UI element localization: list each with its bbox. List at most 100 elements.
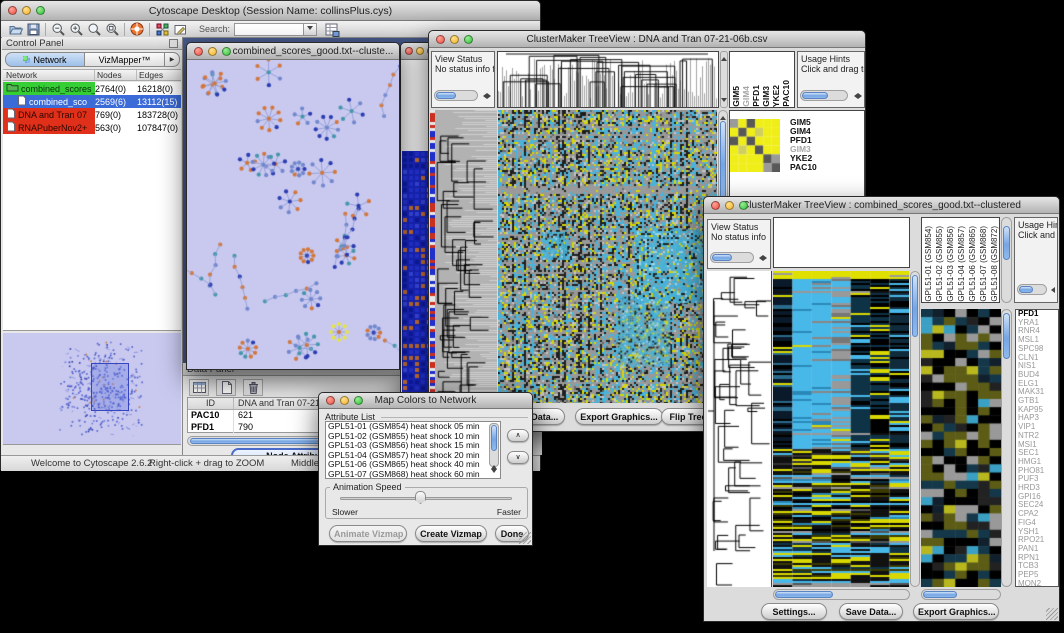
gene-label[interactable]: PEP5 xyxy=(1018,571,1058,580)
scroll-right-icon[interactable] xyxy=(763,255,770,261)
gene-label[interactable]: PFD1 xyxy=(1018,310,1058,319)
main-titlebar[interactable]: Cytoscape Desktop (Session Name: collins… xyxy=(1,1,540,21)
gene-label[interactable]: CLN1 xyxy=(1018,354,1058,363)
gene-label[interactable]: SEC1 xyxy=(1018,449,1058,458)
gene-label[interactable]: PUF3 xyxy=(1018,475,1058,484)
gene-label[interactable]: YSH1 xyxy=(1018,528,1058,537)
toolbar-zoom-selected-icon[interactable] xyxy=(103,21,121,37)
gene-label[interactable]: PAC10 xyxy=(790,163,817,172)
tv2-heatmap-canvas[interactable] xyxy=(773,271,909,587)
move-down-button[interactable]: ∨ xyxy=(507,451,529,464)
zoom-window-button[interactable] xyxy=(464,35,473,44)
minimize-button[interactable] xyxy=(22,6,31,15)
tv2-heatmap-hscrollbar[interactable] xyxy=(773,589,910,600)
array-label[interactable]: GPL51-03 (GSM856) xyxy=(946,226,955,302)
overview-selection-rect[interactable] xyxy=(91,363,129,411)
close-button[interactable] xyxy=(711,201,720,210)
zoom-window-button[interactable] xyxy=(739,201,748,210)
map-dialog-titlebar[interactable]: Map Colors to Network xyxy=(319,393,532,409)
close-button[interactable] xyxy=(326,396,335,405)
gene-label[interactable]: CPA2 xyxy=(1018,510,1058,519)
attribute-list-item[interactable]: GPL51-03 (GSM856) heat shock 15 min xyxy=(326,441,500,451)
array-label[interactable]: GPL51-02 (GSM855) xyxy=(935,226,944,302)
treeview1-titlebar[interactable]: ClusterMaker TreeView : DNA and Tran 07-… xyxy=(429,31,865,48)
array-label[interactable]: YKE2 xyxy=(772,85,781,107)
zoom-window-button[interactable] xyxy=(354,396,363,405)
toolbar-attribute-browser-icon[interactable] xyxy=(323,21,341,37)
close-button[interactable] xyxy=(194,47,203,56)
gene-label[interactable]: NIS1 xyxy=(1018,362,1058,371)
tv1-status-scrollbar[interactable] xyxy=(434,90,478,101)
attribute-list-item[interactable]: GPL51-02 (GSM855) heat shock 10 min xyxy=(326,432,500,442)
tv2-gene-dendrogram[interactable] xyxy=(707,271,772,587)
resize-grip[interactable] xyxy=(519,532,531,544)
scroll-up-icon[interactable] xyxy=(491,462,497,469)
attribute-list-item[interactable]: GPL51-01 (GSM854) heat shock 05 min xyxy=(326,422,500,432)
array-label[interactable]: GIM5 xyxy=(732,86,741,107)
tv2-zoom-vscrollbar[interactable] xyxy=(1001,309,1012,587)
array-label[interactable]: GIM3 xyxy=(762,86,771,107)
minimize-button[interactable] xyxy=(416,47,424,55)
animation-slider-track[interactable] xyxy=(340,497,512,500)
toolbar-annotation-icon[interactable] xyxy=(171,21,189,37)
network-view-titlebar[interactable]: combined_scores_good.txt--cluste... xyxy=(187,43,399,60)
datapanel-new-doc-icon[interactable] xyxy=(216,379,236,396)
tv2-heatmap-vscrollbar[interactable] xyxy=(910,271,920,587)
dialog-button-1[interactable]: Create Vizmap xyxy=(415,525,487,542)
gene-label[interactable]: MSL1 xyxy=(1018,336,1058,345)
tv2-button-0[interactable]: Settings... xyxy=(761,603,827,620)
attribute-list-item[interactable]: GPL51-06 (GSM865) heat shock 40 min xyxy=(326,460,500,470)
attribute-list-item[interactable]: GPL51-04 (GSM857) heat shock 20 min xyxy=(326,451,500,461)
toolbar-help-icon[interactable] xyxy=(128,21,146,37)
gene-label[interactable]: NTR2 xyxy=(1018,432,1058,441)
array-label[interactable]: PAC10 xyxy=(782,80,791,107)
minimize-button[interactable] xyxy=(450,35,459,44)
network-overview-panel[interactable] xyxy=(3,333,181,445)
gene-label[interactable]: GPI16 xyxy=(1018,493,1058,502)
resize-grip[interactable] xyxy=(1046,608,1058,620)
table-row[interactable]: DNA and Tran 07769(0)183728(0) xyxy=(3,108,181,121)
scroll-right-icon[interactable] xyxy=(858,93,865,99)
gene-label[interactable]: ELG1 xyxy=(1018,380,1058,389)
gene-label[interactable]: HMG1 xyxy=(1018,458,1058,467)
tv2-button-1[interactable]: Save Data... xyxy=(839,603,903,620)
toolbar-save-icon[interactable] xyxy=(24,21,42,37)
tab-network[interactable]: Network xyxy=(5,52,85,67)
gene-label[interactable]: MON2 xyxy=(1018,580,1058,587)
scroll-left-icon[interactable] xyxy=(756,255,763,261)
data-col-id[interactable]: ID xyxy=(188,398,234,409)
gene-label[interactable]: RPO21 xyxy=(1018,536,1058,545)
close-button[interactable] xyxy=(8,6,17,15)
search-dropdown-button[interactable] xyxy=(304,23,317,36)
tv1-hints-scrollbar[interactable] xyxy=(800,90,848,101)
toolbar-network-overlay-icon[interactable] xyxy=(153,21,171,37)
tv2-hints-scrollbar[interactable] xyxy=(1017,284,1047,295)
zoom-window-button[interactable] xyxy=(36,6,45,15)
array-label[interactable]: GIM4 xyxy=(742,86,751,107)
tv2-labels-vscrollbar[interactable] xyxy=(1001,217,1012,303)
tv2-status-scrollbar[interactable] xyxy=(710,252,754,263)
gene-label[interactable]: MAK31 xyxy=(1018,388,1058,397)
tv1-zoom-matrix-canvas[interactable] xyxy=(730,119,780,172)
gene-label[interactable]: FIG4 xyxy=(1018,519,1058,528)
gene-label[interactable]: PAN1 xyxy=(1018,545,1058,554)
gene-label[interactable]: MSI1 xyxy=(1018,441,1058,450)
table-row[interactable]: combined_scores_2764(0)16218(0) xyxy=(3,82,181,95)
tab-vizmapper[interactable]: VizMapper™ xyxy=(85,52,165,67)
zoom-window-button[interactable] xyxy=(222,47,231,56)
gene-label[interactable]: RPN1 xyxy=(1018,554,1058,563)
minimize-button[interactable] xyxy=(340,396,349,405)
close-button[interactable] xyxy=(436,35,445,44)
animation-slider-thumb[interactable] xyxy=(415,491,426,504)
dialog-button-0[interactable]: Animate Vizmap xyxy=(329,525,407,542)
attribute-list-item[interactable]: GPL51-07 (GSM868) heat shock 60 min xyxy=(326,470,500,479)
search-input[interactable] xyxy=(234,23,304,36)
float-panel-icon[interactable] xyxy=(169,39,178,48)
scroll-down-icon[interactable] xyxy=(491,469,497,476)
array-label[interactable]: GPL51-04 (GSM857) xyxy=(957,226,966,302)
gene-label[interactable]: TCB3 xyxy=(1018,562,1058,571)
network-graph-canvas[interactable] xyxy=(187,60,399,368)
move-up-button[interactable]: ∧ xyxy=(507,429,529,442)
tv1-heatmap-canvas[interactable] xyxy=(498,110,717,403)
tv1-top-scrollbar[interactable] xyxy=(720,51,728,108)
